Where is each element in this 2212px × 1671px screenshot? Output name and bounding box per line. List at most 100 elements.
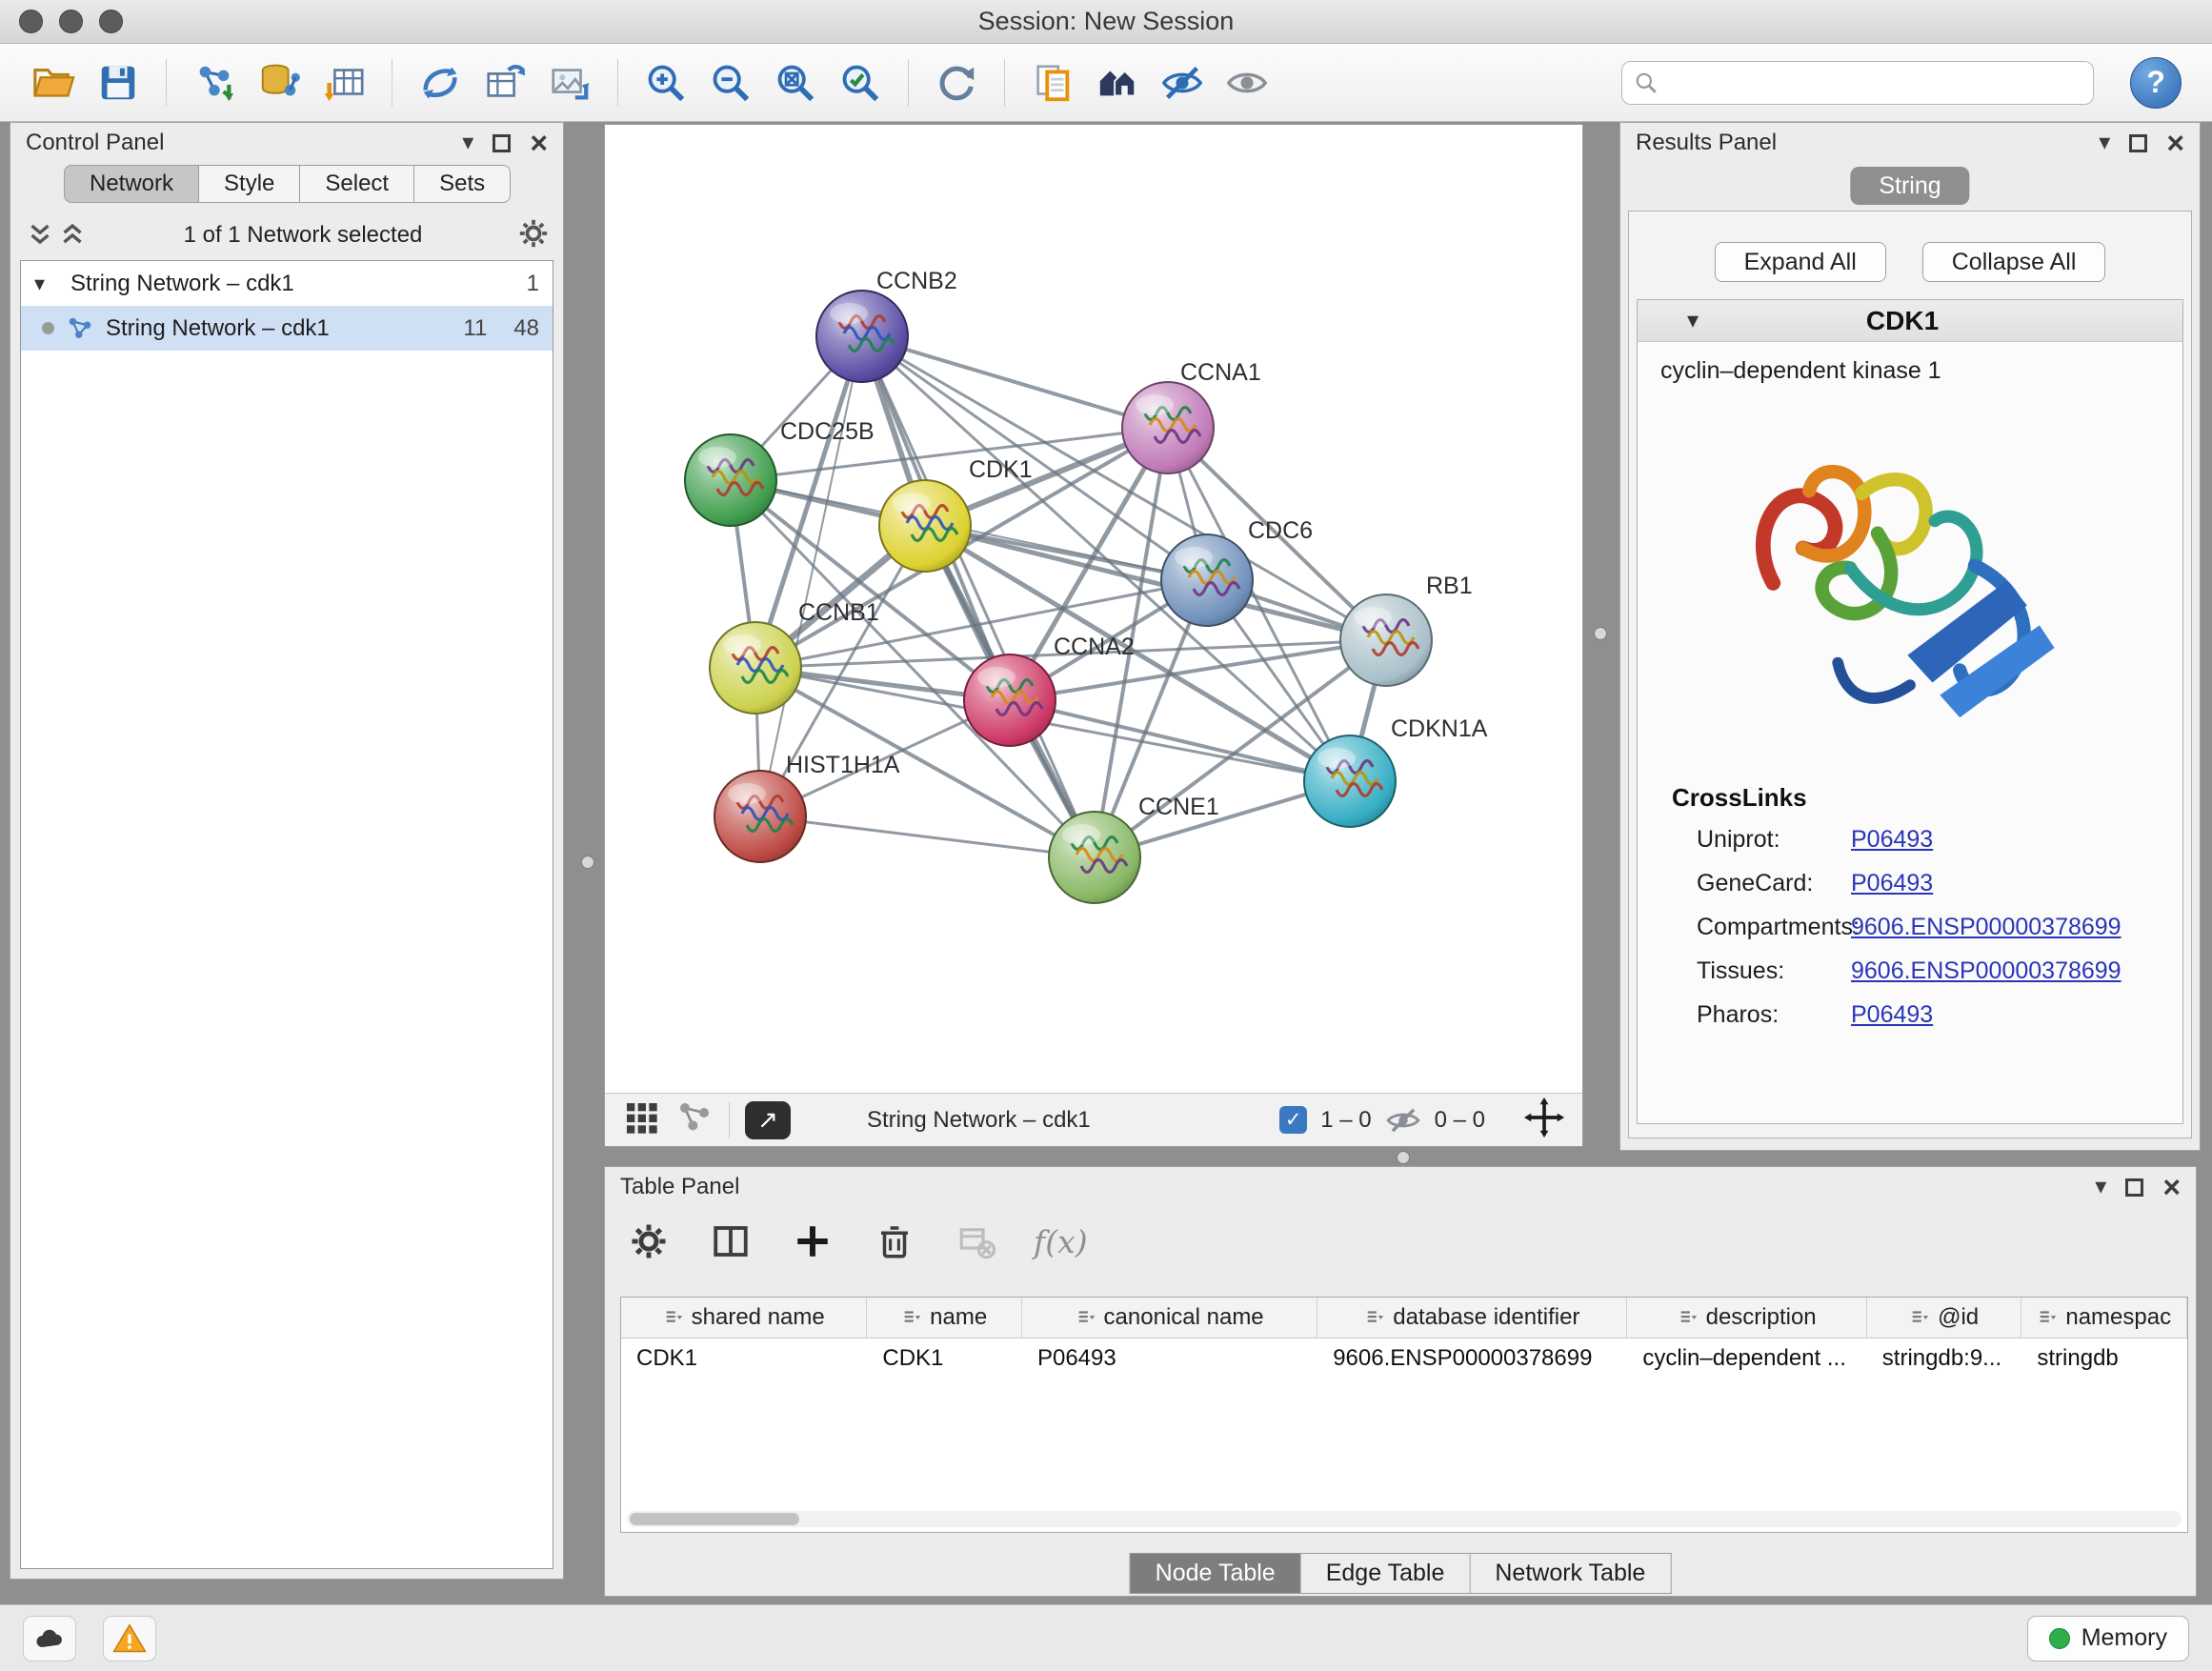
window-close-button[interactable] xyxy=(19,10,43,33)
show-columns-icon[interactable] xyxy=(706,1217,755,1266)
network-edge[interactable] xyxy=(1010,700,1350,781)
column-header[interactable]: namespac xyxy=(2021,1298,2187,1338)
panel-float-icon[interactable] xyxy=(493,134,511,152)
table-options-gear-icon[interactable] xyxy=(624,1217,674,1266)
selected-checkbox-icon[interactable]: ✓ xyxy=(1279,1106,1307,1134)
panel-float-icon[interactable] xyxy=(2125,1178,2143,1197)
horizontal-scrollbar[interactable] xyxy=(627,1511,2182,1527)
zoom-in-button[interactable] xyxy=(637,54,694,111)
splitter-handle[interactable] xyxy=(1594,627,1607,640)
network-from-selection-button[interactable] xyxy=(412,54,469,111)
scrollbar-thumb[interactable] xyxy=(630,1513,799,1525)
birds-eye-navigator-icon[interactable] xyxy=(1523,1097,1565,1143)
network-node-hist1h1a[interactable] xyxy=(714,771,806,862)
network-node-cdc6[interactable] xyxy=(1161,534,1253,626)
tissues-link[interactable]: 9606.ENSP00000378699 xyxy=(1851,957,2122,985)
network-node-ccna2[interactable] xyxy=(964,654,1056,746)
expand-all-button[interactable]: Expand All xyxy=(1715,242,1886,282)
refresh-button[interactable] xyxy=(928,54,985,111)
network-options-gear-icon[interactable] xyxy=(517,217,550,254)
splitter-handle[interactable] xyxy=(1397,1151,1410,1164)
tab-node-table[interactable]: Node Table xyxy=(1130,1553,1301,1594)
import-network-database-button[interactable] xyxy=(251,54,308,111)
network-node-ccna1[interactable] xyxy=(1122,382,1214,473)
panel-float-icon[interactable] xyxy=(2129,134,2147,152)
help-button[interactable]: ? xyxy=(2130,57,2182,109)
open-in-new-window-button[interactable]: ↗ xyxy=(745,1101,791,1139)
window-minimize-button[interactable] xyxy=(59,10,83,33)
copy-document-button[interactable] xyxy=(1024,54,1081,111)
tree-expander-icon[interactable]: ▾ xyxy=(34,272,59,296)
genecard-link[interactable]: P06493 xyxy=(1851,870,1933,897)
network-node-ccne1[interactable] xyxy=(1049,812,1140,903)
column-header[interactable]: description xyxy=(1627,1298,1866,1338)
expand-all-icon[interactable] xyxy=(56,221,89,250)
export-image-button[interactable] xyxy=(541,54,598,111)
memory-button[interactable]: Memory xyxy=(2027,1616,2189,1661)
network-edge[interactable] xyxy=(862,336,1095,857)
splitter-handle[interactable] xyxy=(581,856,594,869)
panel-menu-icon[interactable]: ▾ xyxy=(2095,1176,2106,1198)
collapse-all-icon[interactable] xyxy=(24,221,56,250)
tab-style[interactable]: Style xyxy=(199,165,300,203)
column-header[interactable]: name xyxy=(867,1298,1022,1338)
network-view[interactable]: CCNB2CCNA1CDC25BCDK1CDC6RB1CCNB1CCNA2CDK… xyxy=(604,124,1583,1147)
uniprot-link[interactable]: P06493 xyxy=(1851,826,1933,854)
table-row[interactable]: CDK1 CDK1 P06493 9606.ENSP00000378699 cy… xyxy=(621,1339,2187,1378)
compartments-link[interactable]: 9606.ENSP00000378699 xyxy=(1851,914,2122,941)
network-node-rb1[interactable] xyxy=(1340,594,1432,686)
network-node-cdk1[interactable] xyxy=(879,480,971,572)
network-collection-row[interactable]: ▾ String Network – cdk1 1 xyxy=(21,261,553,306)
tab-sets[interactable]: Sets xyxy=(414,165,511,203)
network-edge[interactable] xyxy=(760,816,1095,857)
save-session-button[interactable] xyxy=(90,54,147,111)
column-header[interactable]: canonical name xyxy=(1022,1298,1317,1338)
search-input[interactable] xyxy=(1668,70,2081,96)
network-node-cdc25b[interactable] xyxy=(685,434,776,526)
share-view-icon[interactable] xyxy=(675,1098,714,1141)
delete-column-trash-icon[interactable] xyxy=(870,1217,919,1266)
network-node-ccnb1[interactable] xyxy=(710,622,801,714)
grid-view-icon[interactable] xyxy=(622,1098,660,1141)
collapse-all-button[interactable]: Collapse All xyxy=(1922,242,2106,282)
gene-panel-header[interactable]: ▾ CDK1 xyxy=(1638,300,2182,342)
export-table-button[interactable] xyxy=(476,54,533,111)
network-node-cdkn1a[interactable] xyxy=(1304,735,1396,827)
network-edge[interactable] xyxy=(760,336,862,816)
network-node-ccnb2[interactable] xyxy=(816,291,908,382)
hidden-eye-icon[interactable] xyxy=(1385,1102,1421,1138)
tab-network[interactable]: Network xyxy=(64,165,199,203)
warning-icon[interactable] xyxy=(103,1616,156,1661)
panel-close-icon[interactable]: × xyxy=(530,128,548,158)
add-column-icon[interactable] xyxy=(788,1217,837,1266)
pharos-link[interactable]: P06493 xyxy=(1851,1001,1933,1029)
eye-hidden-button[interactable] xyxy=(1154,54,1211,111)
tab-edge-table[interactable]: Edge Table xyxy=(1301,1553,1471,1594)
cloud-icon[interactable] xyxy=(23,1616,76,1661)
tab-select[interactable]: Select xyxy=(300,165,414,203)
import-network-file-button[interactable] xyxy=(186,54,243,111)
open-session-button[interactable] xyxy=(25,54,82,111)
panel-menu-icon[interactable]: ▾ xyxy=(462,131,473,154)
houses-button[interactable] xyxy=(1089,54,1146,111)
zoom-fit-button[interactable] xyxy=(767,54,824,111)
zoom-selected-button[interactable] xyxy=(832,54,889,111)
zoom-out-button[interactable] xyxy=(702,54,759,111)
import-table-button[interactable] xyxy=(315,54,372,111)
panel-menu-icon[interactable]: ▾ xyxy=(2099,131,2110,154)
column-header[interactable]: shared name xyxy=(621,1298,867,1338)
column-header[interactable]: @id xyxy=(1867,1298,2022,1338)
window-zoom-button[interactable] xyxy=(99,10,123,33)
eye-button[interactable] xyxy=(1218,54,1276,111)
column-header[interactable]: database identifier xyxy=(1317,1298,1627,1338)
toolbar-search xyxy=(1621,61,2094,105)
function-builder-icon[interactable]: f(x) xyxy=(1034,1223,1088,1260)
tab-network-table[interactable]: Network Table xyxy=(1470,1553,1671,1594)
panel-close-icon[interactable]: × xyxy=(2162,1172,2181,1202)
collapse-gene-icon[interactable]: ▾ xyxy=(1687,307,1699,334)
panel-close-icon[interactable]: × xyxy=(2166,128,2184,158)
network-row[interactable]: String Network – cdk1 11 48 xyxy=(21,306,553,351)
network-canvas[interactable]: CCNB2CCNA1CDC25BCDK1CDC6RB1CCNB1CCNA2CDK… xyxy=(605,125,1584,1093)
tab-string[interactable]: String xyxy=(1850,167,1969,205)
network-edge[interactable] xyxy=(862,336,1168,428)
